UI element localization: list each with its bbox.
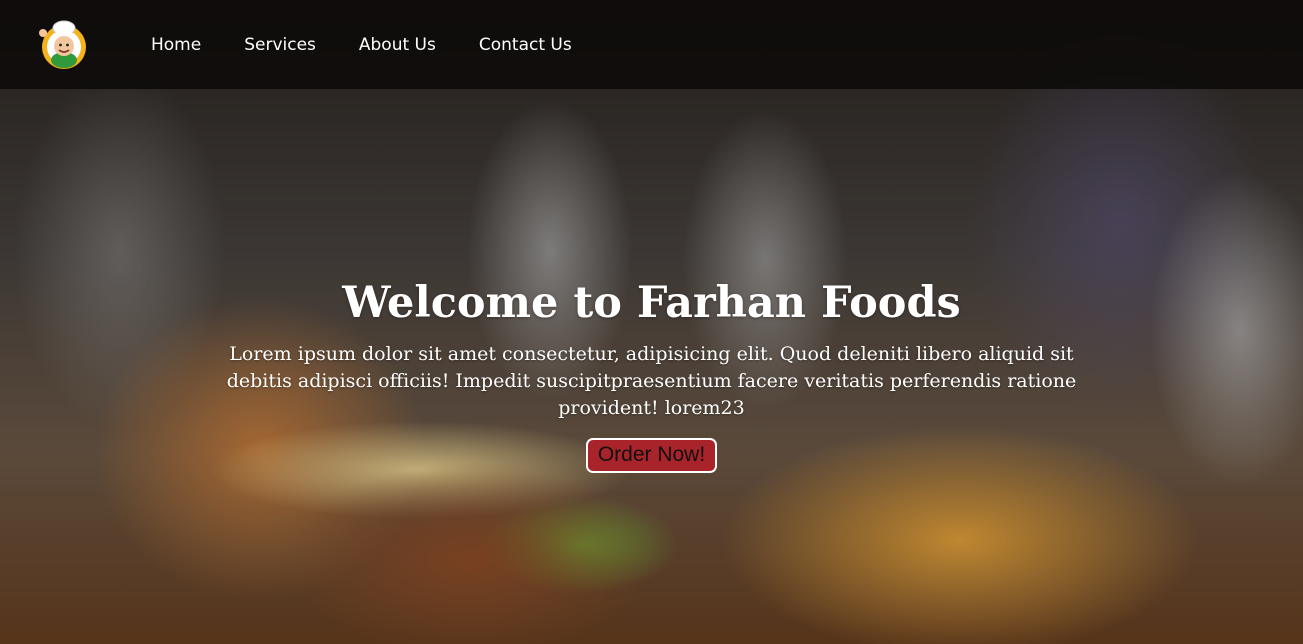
nav-services-link[interactable]: Services (244, 35, 316, 55)
hero-content: Welcome to Farhan Foods Lorem ipsum dolo… (200, 278, 1103, 474)
hero-description: Lorem ipsum dolor sit amet consectetur, … (226, 343, 1077, 420)
order-now-button[interactable]: Order Now! (585, 438, 718, 474)
hero-title: Welcome to Farhan Foods (342, 278, 961, 328)
chef-mascot-icon[interactable] (35, 17, 89, 71)
navbar: Home Services About Us Contact Us (0, 0, 1303, 89)
nav-about-link[interactable]: About Us (359, 35, 436, 55)
nav-home-link[interactable]: Home (151, 35, 201, 55)
nav-contact-link[interactable]: Contact Us (479, 35, 572, 55)
page: Home Services About Us Contact Us Welcom… (0, 0, 1303, 644)
nav-links: Home Services About Us Contact Us (151, 0, 615, 89)
